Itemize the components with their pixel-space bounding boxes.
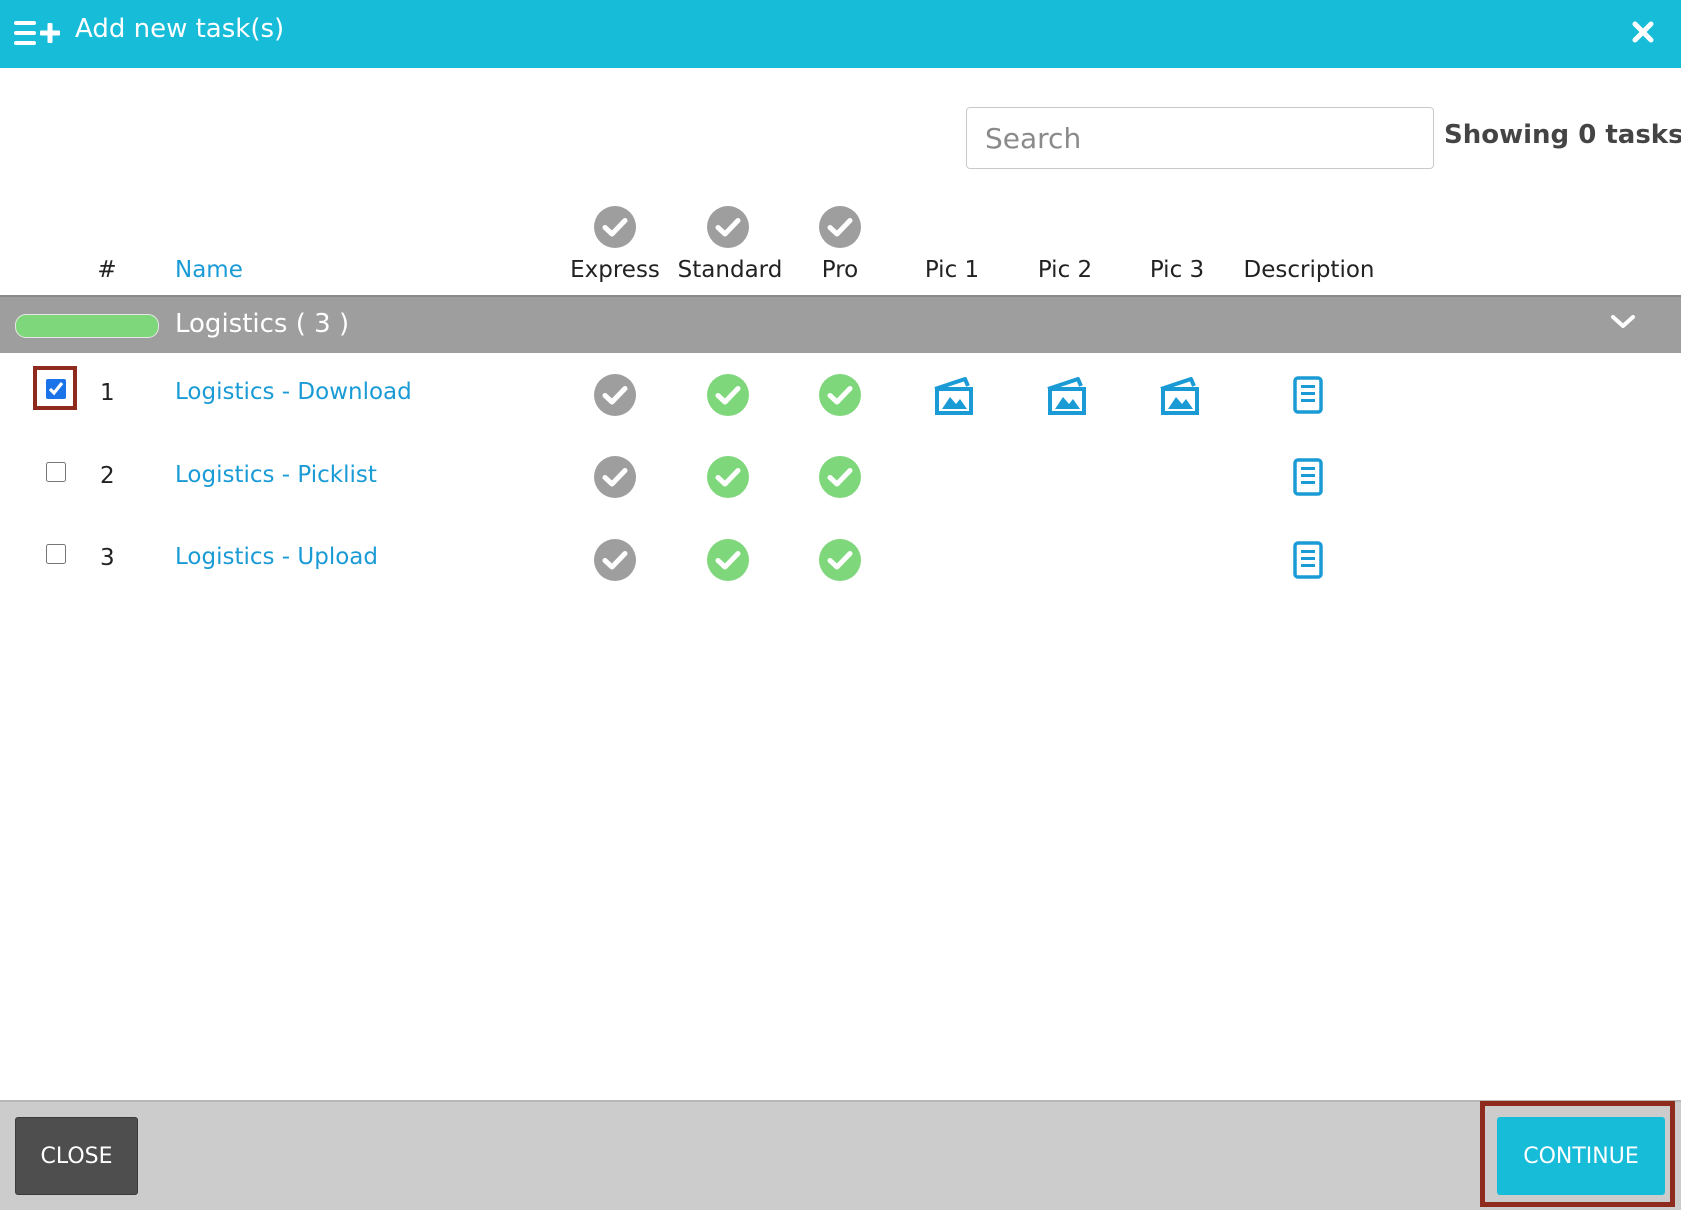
row-number: 3 — [100, 545, 115, 571]
dialog-footer — [0, 1100, 1681, 1210]
column-num: # — [97, 257, 117, 283]
list-add-icon — [14, 21, 60, 45]
standard-check-icon — [707, 539, 749, 581]
task-name-link[interactable]: Logistics - Upload — [175, 544, 378, 570]
task-name-link[interactable]: Logistics - Download — [175, 379, 412, 405]
picture-icon[interactable] — [1157, 377, 1201, 417]
continue-button[interactable]: CONTINUE — [1497, 1117, 1665, 1195]
standard-check-icon — [707, 374, 749, 416]
column-pro: Pro — [821, 257, 859, 283]
group-color-indicator — [15, 314, 159, 338]
column-description: Description — [1243, 257, 1375, 283]
express-check-icon — [594, 539, 636, 581]
row-checkbox[interactable] — [46, 379, 66, 399]
express-check-icon — [594, 206, 636, 248]
column-pic3: Pic 3 — [1149, 257, 1205, 283]
row-number: 2 — [100, 463, 115, 489]
column-name[interactable]: Name — [175, 257, 243, 283]
showing-count: Showing 0 tasks — [1444, 120, 1681, 150]
row-checkbox[interactable] — [46, 544, 66, 564]
column-pic2: Pic 2 — [1037, 257, 1093, 283]
standard-check-icon — [707, 456, 749, 498]
close-button[interactable]: CLOSE — [15, 1117, 138, 1195]
pro-check-icon — [819, 374, 861, 416]
document-icon[interactable] — [1293, 458, 1323, 496]
pro-check-icon — [819, 456, 861, 498]
close-icon[interactable] — [1631, 20, 1655, 44]
search-input[interactable] — [966, 107, 1434, 169]
document-icon[interactable] — [1293, 541, 1323, 579]
pro-check-icon — [819, 206, 861, 248]
chevron-down-icon[interactable] — [1610, 313, 1636, 331]
document-icon[interactable] — [1293, 376, 1323, 414]
column-pic1: Pic 1 — [924, 257, 980, 283]
express-check-icon — [594, 374, 636, 416]
pro-check-icon — [819, 539, 861, 581]
column-express: Express — [570, 257, 660, 283]
column-standard: Standard — [677, 257, 783, 283]
standard-check-icon — [707, 206, 749, 248]
group-label: Logistics ( 3 ) — [175, 309, 350, 339]
picture-icon[interactable] — [1044, 377, 1088, 417]
express-check-icon — [594, 456, 636, 498]
picture-icon[interactable] — [931, 377, 975, 417]
row-number: 1 — [100, 380, 115, 406]
row-checkbox[interactable] — [46, 462, 66, 482]
task-name-link[interactable]: Logistics - Picklist — [175, 462, 377, 488]
dialog-title: Add new task(s) — [75, 14, 285, 44]
